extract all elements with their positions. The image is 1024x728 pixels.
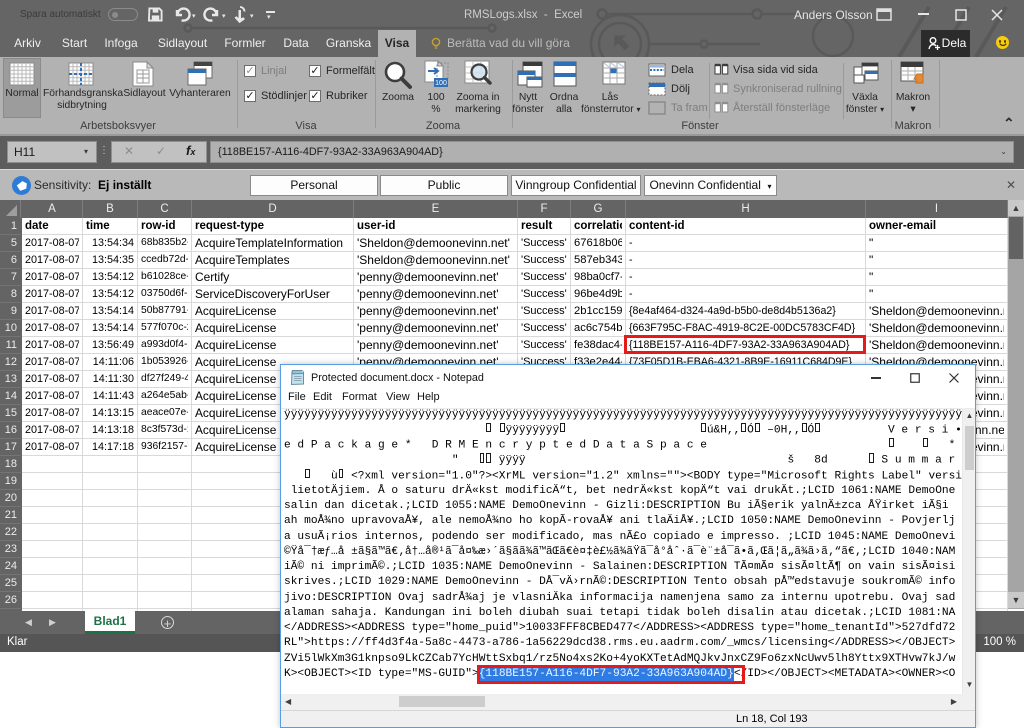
svg-text:100: 100 [435, 80, 447, 87]
